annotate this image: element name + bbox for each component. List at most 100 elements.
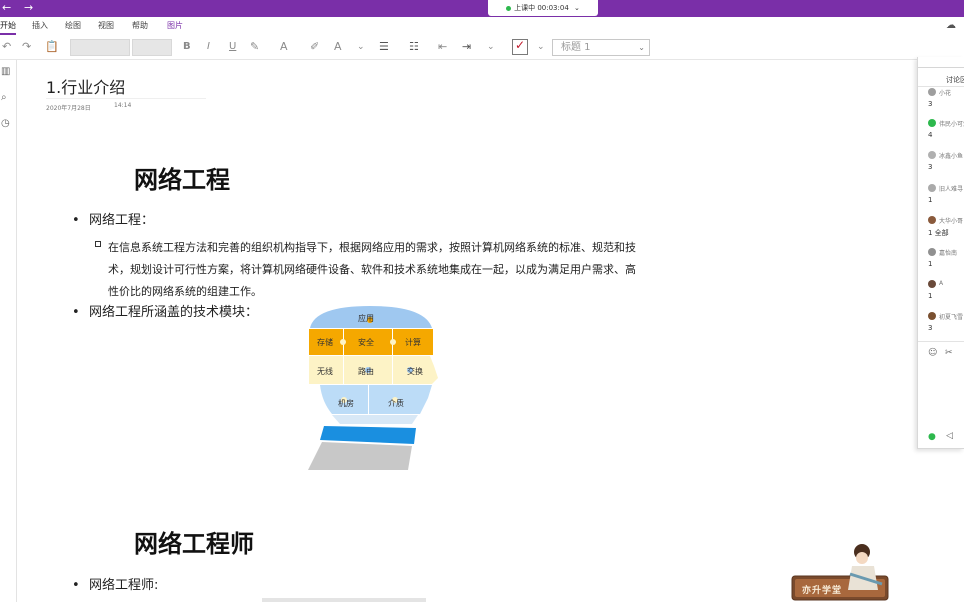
clipboard-icon[interactable]: 📋 (45, 40, 59, 54)
scissors-icon[interactable]: ✂ (945, 348, 953, 358)
participant-name: 伟民小可爱 (939, 121, 964, 128)
sub-bullet-marker (95, 241, 101, 247)
tab-draw[interactable]: 绘图 (65, 21, 81, 31)
italic-button[interactable]: I (207, 40, 210, 54)
share-icon[interactable]: ☁ (946, 20, 956, 31)
head-diagram-svg (308, 306, 438, 470)
title-underline (46, 98, 206, 99)
bullet-list-icon[interactable]: ☰ (379, 40, 389, 54)
participant-count: 3 (928, 324, 933, 332)
bold-button[interactable]: B (183, 40, 191, 54)
avatar (928, 151, 936, 159)
module-storage-label: 存储 (317, 338, 333, 347)
text-style-icon[interactable]: A (334, 40, 342, 54)
participant-count: 1 (928, 292, 933, 300)
recording-label: 上课中 00:03:04 (514, 4, 569, 12)
participant-name: 冰鑫小鱼 (939, 153, 964, 160)
section-heading[interactable]: 网络工程 (134, 160, 230, 195)
module-compute-label: 计算 (405, 338, 421, 347)
bullet-item[interactable]: 网络工程所涵盖的技术模块： (72, 304, 258, 322)
panel-handle[interactable] (918, 57, 964, 68)
speaker-icon[interactable]: ◁ (946, 431, 953, 441)
heading-style-value: 标题 1 (561, 42, 591, 53)
puzzle-knob (390, 339, 396, 345)
heading-style-select[interactable]: 标题 1 ⌄ (552, 39, 650, 56)
avatar (928, 88, 936, 96)
participant-count: 1 (928, 260, 933, 268)
highlight-icon[interactable]: ✎ (250, 40, 259, 54)
bullet-item[interactable]: 网络工程： (72, 212, 154, 230)
embedded-image-placeholder[interactable] (262, 598, 426, 602)
shoulders-shape (308, 442, 412, 470)
toolbar: ↶ ↷ 📋 B I U ✎ A ✐ A ⌄ ☰ ☷ ⇤ ⇥ ⌄ ⌄ 标题 1 ⌄ (0, 36, 964, 60)
tab-home[interactable]: 开始 (0, 21, 16, 35)
collar-shape (320, 426, 416, 444)
avatar (928, 216, 936, 224)
panel-divider (918, 341, 964, 342)
chevron-down-icon[interactable]: ⌄ (487, 40, 495, 54)
module-routing-label: 路由 (358, 367, 374, 376)
bullet-item[interactable]: 网络工程师: (72, 577, 158, 595)
participant-count: 4 (928, 131, 933, 139)
sticker-text: 亦升学堂 (802, 586, 843, 596)
history-icon[interactable]: ◷ (1, 118, 10, 129)
avatar (928, 280, 936, 288)
indent-icon[interactable]: ⇥ (462, 40, 471, 54)
brand-sticker: 亦升学堂 (790, 540, 890, 602)
numbered-list-icon[interactable]: ☷ (409, 40, 419, 54)
outdent-icon[interactable]: ⇤ (438, 40, 447, 54)
module-wireless-label: 无线 (317, 367, 333, 376)
participant-name: 嘉怡南 (939, 250, 958, 257)
module-datacenter-label: 机房 (338, 399, 354, 408)
undo-icon[interactable]: ↶ (2, 40, 11, 54)
participant-count: 1 全部 (928, 229, 949, 237)
emoji-icon[interactable]: ☺ (928, 348, 937, 358)
redo-icon[interactable]: ↷ (22, 40, 31, 54)
page-title[interactable]: 1.行业介绍 (46, 74, 125, 98)
avatar (928, 184, 936, 192)
module-app-label: 应用 (358, 314, 374, 323)
search-icon[interactable]: ⌕ (1, 92, 7, 103)
chin-shape (332, 415, 418, 424)
forward-arrow-icon[interactable]: → (24, 1, 33, 15)
tab-picture[interactable]: 图片 (167, 21, 183, 31)
todo-checkbox-icon[interactable] (512, 38, 528, 55)
participant-name: 旧人难寻 (939, 186, 964, 193)
tech-modules-head-diagram[interactable]: 应用 存储 安全 计算 无线 路由 交换 机房 介质 (300, 302, 450, 472)
avatar (928, 119, 936, 127)
font-family-select[interactable] (70, 39, 130, 56)
chevron-down-icon[interactable]: ⌄ (357, 40, 365, 54)
font-size-select[interactable] (132, 39, 172, 56)
left-sidebar: ▥ ⌕ ◷ (0, 60, 17, 602)
mic-icon[interactable]: ● (928, 432, 936, 442)
tab-insert[interactable]: 插入 (32, 21, 48, 31)
title-bar: ← → 上课中 00:03:04 ⌄ (0, 0, 964, 17)
chevron-down-icon: ⌄ (638, 43, 645, 52)
font-color-icon[interactable]: A (280, 40, 288, 54)
clear-format-icon[interactable]: ✐ (310, 40, 319, 54)
sticker-figure-face (856, 552, 868, 564)
page-date: 2020年7月28日 (46, 105, 91, 112)
discussion-panel: 讨论区 小花 3 伟民小可爱 4 冰鑫小鱼 3 旧人难寻 1 大华小哥 1 全部… (917, 57, 964, 449)
participant-name: 初夏飞雪 (939, 314, 964, 321)
puzzle-knob (340, 339, 346, 345)
section-heading[interactable]: 网络工程师 (134, 524, 254, 559)
participant-name: 大华小哥 (939, 218, 964, 225)
avatar (928, 248, 936, 256)
sub-bullet-text[interactable]: 在信息系统工程方法和完善的组织机构指导下，根据网络应用的需求，按照计算机网络系统… (108, 237, 640, 303)
module-security-label: 安全 (358, 338, 374, 347)
recording-status-button[interactable]: 上课中 00:03:04 ⌄ (488, 0, 598, 16)
participant-count: 3 (928, 163, 933, 171)
tab-view[interactable]: 视图 (98, 21, 114, 31)
chevron-down-icon[interactable]: ⌄ (537, 40, 545, 54)
module-switching-label: 交换 (407, 367, 423, 376)
underline-button[interactable]: U (229, 40, 236, 54)
participant-name: 小花 (939, 90, 952, 97)
notebooks-icon[interactable]: ▥ (1, 66, 10, 77)
back-arrow-icon[interactable]: ← (2, 1, 11, 15)
tab-help[interactable]: 帮助 (132, 21, 148, 31)
panel-divider (918, 86, 964, 87)
module-media-label: 介质 (388, 399, 404, 408)
recording-dot-icon (506, 5, 512, 11)
participant-name: A (939, 280, 944, 287)
